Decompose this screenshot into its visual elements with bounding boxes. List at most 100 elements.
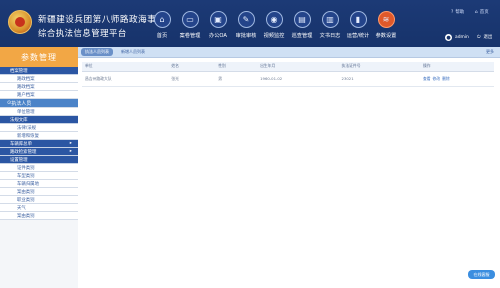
- personnel-table: 单位 姓名 性别 出生年月 执法证件号 操作 昌吉州路政大队 张光男 1960-01-02 23…: [82, 62, 494, 87]
- sidebar-item-label: 职业类别: [17, 197, 35, 203]
- tab-personnel-list[interactable]: 执法人员列表: [81, 48, 113, 56]
- sidebar-item-label: 路政档案: [17, 84, 35, 90]
- home-link[interactable]: ⌂ 首页: [475, 9, 489, 16]
- sidebar-group[interactable]: 法规文库: [0, 116, 78, 124]
- more-link[interactable]: 更多: [486, 49, 494, 55]
- nav-item[interactable]: ▥ 文书日志: [316, 11, 344, 45]
- computer-icon: ▣: [209, 11, 227, 28]
- sidebar-item-label: 执法人员: [11, 100, 32, 107]
- online-service-button[interactable]: 在线客服: [468, 270, 495, 279]
- power-icon: ⏻: [477, 35, 481, 40]
- column-header: 性别: [215, 62, 258, 72]
- table-cell: 23021: [338, 71, 420, 87]
- sidebar-item-label: 单位管理: [17, 109, 35, 115]
- nav-item[interactable]: ▮ 运营/统计: [344, 11, 372, 45]
- row-action-link[interactable]: 删除: [442, 76, 450, 81]
- camera-icon: ◉: [265, 11, 283, 28]
- sidebar-item[interactable]: ⊙ 执法人员: [0, 99, 78, 108]
- sidebar-item[interactable]: 路政档案: [0, 83, 78, 91]
- sidebar-group[interactable]: 设置管理: [0, 156, 78, 164]
- nav-label: 视频监控: [263, 33, 285, 39]
- nav-label: 巡查管理: [291, 33, 313, 39]
- sidebar-item-label: 车辆归属地: [17, 181, 39, 187]
- sidebar-item[interactable]: 新增和恢复: [0, 132, 78, 140]
- nav-item[interactable]: ▭ 案卷管理: [176, 11, 204, 45]
- sidebar-group[interactable]: 档案管理: [0, 67, 78, 75]
- sidebar-item[interactable]: 车型类别: [0, 172, 78, 180]
- table-cell: 张光: [168, 71, 216, 87]
- book-icon: ▥: [321, 11, 339, 28]
- sidebar-group[interactable]: 车辆库总单 ▸: [0, 140, 78, 148]
- table-cell: 男: [215, 71, 258, 87]
- nav-label: 首页: [156, 33, 168, 39]
- sidebar-item-label: 案由类别: [17, 189, 35, 195]
- sidebar: 参数管理 档案管理 路政档案 路政档案 路户档案 ⊙ 执法人员 单位管理 法规文库 法律/法规…: [0, 47, 78, 288]
- nav-item[interactable]: ≋ 参数设置: [372, 11, 400, 45]
- column-header: 出生年月: [257, 62, 339, 72]
- sidebar-item-label: 车型类别: [17, 173, 35, 179]
- sidebar-title: 参数管理: [0, 47, 78, 67]
- sidebar-item-label: 设置管理: [10, 157, 28, 163]
- username: admin: [455, 35, 469, 40]
- nav-item[interactable]: ▤ 巡查管理: [288, 11, 316, 45]
- clipboard-icon: ▤: [293, 11, 311, 28]
- nav-label: 审批审核: [235, 33, 257, 39]
- chevron-right-icon: ▸: [69, 149, 72, 154]
- column-header: 单位: [82, 62, 169, 72]
- sidebar-item[interactable]: 路政档案: [0, 75, 78, 83]
- nav-item[interactable]: ✎ 审批审核: [232, 11, 260, 45]
- tab-new-personnel[interactable]: 新增人员列表: [117, 48, 149, 56]
- agency-logo-icon: [8, 10, 32, 34]
- sidebar-item[interactable]: 证件类别: [0, 164, 78, 172]
- sidebar-item[interactable]: 案由类别: [0, 212, 78, 220]
- column-header: 执法证件号: [338, 62, 420, 72]
- tab-bar: 执法人员列表 新增人员列表 更多: [78, 47, 500, 58]
- sidebar-item[interactable]: 单位管理: [0, 108, 78, 116]
- home-small-icon: ⌂: [475, 9, 478, 15]
- nav-item[interactable]: ▣ 办公OA: [204, 11, 232, 45]
- help-link[interactable]: ? 帮助: [451, 9, 464, 16]
- top-header: 新疆建设兵团第八师路政海事局 综合执法信息管理平台 ⌂ 首页 ▭ 案卷管理 ▣ 办公OA ✎…: [0, 0, 500, 47]
- row-action-link[interactable]: 修改: [433, 76, 441, 81]
- nav-label: 参数设置: [375, 33, 397, 39]
- help-icon: ?: [451, 9, 454, 15]
- sidebar-item-label: 路户档案: [17, 92, 35, 98]
- sidebar-item-label: 法律/法规: [17, 125, 37, 131]
- table-cell: 昌吉州路政大队: [82, 71, 169, 87]
- sidebar-item-label: 路政档案: [17, 76, 35, 82]
- sidebar-item[interactable]: 职业类别: [0, 196, 78, 204]
- column-header: 姓名: [168, 62, 216, 72]
- table-cell: 1960-01-02: [257, 71, 339, 87]
- user-info[interactable]: ● admin: [445, 34, 469, 41]
- sidebar-item-label: 档案管理: [10, 68, 28, 74]
- folder-icon: ▭: [181, 11, 199, 28]
- sidebar-item-label: 天气: [17, 205, 26, 211]
- column-header: 操作: [419, 62, 494, 72]
- sidebar-item[interactable]: 案由类别: [0, 188, 78, 196]
- edit-icon: ✎: [237, 11, 255, 28]
- nav-item[interactable]: ◉ 视频监控: [260, 11, 288, 45]
- platform-title-line2: 综合执法信息管理平台: [38, 29, 127, 38]
- nav-label: 办公OA: [209, 33, 227, 39]
- sidebar-item-label: 车辆库总单: [10, 141, 32, 147]
- chart-icon: ▮: [349, 11, 367, 28]
- home-icon: ⌂: [153, 11, 171, 28]
- main-content: 执法人员列表 新增人员列表 更多 单位 姓名 性别 出生年月 执法证件号 操作 昌吉州路政…: [78, 47, 500, 288]
- row-actions: 查看 修改 删除: [419, 71, 494, 87]
- nav-label: 运营/统计: [346, 33, 370, 39]
- sidebar-item-label: 案由类别: [17, 213, 35, 219]
- sidebar-item-label: 证件类别: [17, 165, 35, 171]
- logout-button[interactable]: ⏻ 退出: [477, 34, 492, 40]
- sidebar-item-label: 法规文库: [10, 117, 28, 123]
- sidebar-item[interactable]: 法律/法规: [0, 124, 78, 132]
- sidebar-item[interactable]: 天气: [0, 204, 78, 212]
- chevron-right-icon: ▸: [69, 141, 72, 146]
- sidebar-item[interactable]: 车辆归属地: [0, 180, 78, 188]
- nav-label: 文书日志: [319, 33, 341, 39]
- sidebar-group[interactable]: 路政检索管理 ▸: [0, 148, 78, 156]
- nav-item[interactable]: ⌂ 首页: [148, 11, 176, 45]
- table-row[interactable]: 昌吉州路政大队 张光男 1960-01-02 23021 查看 修改 删除: [82, 71, 494, 87]
- sidebar-item-label: 新增和恢复: [17, 133, 39, 139]
- sidebar-item[interactable]: 路户档案: [0, 91, 78, 99]
- row-action-link[interactable]: 查看: [423, 76, 431, 81]
